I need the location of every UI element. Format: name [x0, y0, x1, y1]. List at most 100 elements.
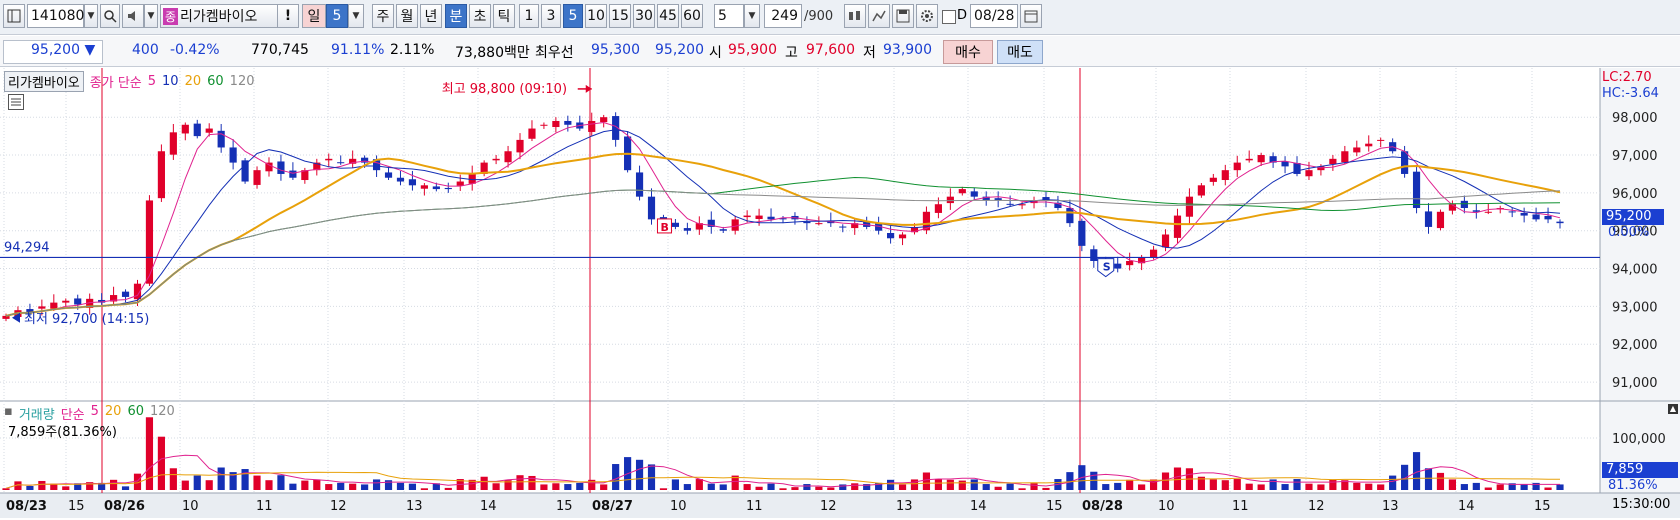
y-tick-label: 93,000 [1612, 300, 1658, 315]
interval-button-30[interactable]: 30 [633, 4, 655, 28]
candle-body [1377, 139, 1385, 141]
interval-button-5[interactable]: 5 [563, 4, 583, 28]
change-percent: -0.42% [170, 42, 220, 58]
chevron-down-icon: ▼ [147, 11, 155, 21]
volume-bar [946, 479, 954, 490]
candle-body [1078, 220, 1086, 246]
price-legend-series: 종가 단순 [89, 76, 142, 91]
stock-name-box[interactable]: 종 리가켐바이오 [160, 4, 284, 28]
volume-bar [576, 482, 584, 490]
x-tick-label: 10 [182, 499, 199, 514]
volume-bar [755, 486, 763, 490]
volume-bar [1138, 484, 1146, 490]
volume-bar [277, 475, 285, 490]
period-second-button[interactable]: 초 [469, 4, 491, 28]
volume-bar [1556, 484, 1564, 490]
period-month-button[interactable]: 월 [396, 4, 418, 28]
candle-body [671, 222, 680, 227]
date-input[interactable]: 08/28 [970, 4, 1018, 28]
x-tick-label: 12 [820, 499, 837, 514]
buy-button[interactable]: 매수 [943, 40, 993, 64]
candle-body [1305, 170, 1313, 177]
volume-bar [1472, 482, 1480, 490]
period-minute-button[interactable]: 분 [445, 4, 467, 28]
open-price: 95,900 [728, 42, 777, 58]
interval-button-3[interactable]: 3 [541, 4, 561, 28]
code-dropdown-button[interactable]: ▼ [84, 4, 98, 28]
volume-ratio: 91.11% [331, 42, 385, 58]
volume-collapse-icon[interactable]: ▲ [1668, 404, 1678, 414]
candle-body [588, 120, 596, 132]
candle-body [1532, 214, 1540, 220]
count-input[interactable]: 5 [714, 4, 744, 28]
candle-body [38, 306, 46, 309]
price-legend-name: 리가켐바이오 [4, 71, 84, 92]
candle-body [1424, 211, 1433, 227]
volume-bar [695, 479, 703, 490]
candle-body [444, 187, 452, 190]
alert-button[interactable]: ! [277, 4, 299, 28]
interval-button-10[interactable]: 10 [585, 4, 607, 28]
interval-button-15[interactable]: 15 [609, 4, 631, 28]
period-year-button[interactable]: 년 [420, 4, 442, 28]
stock-code-input[interactable]: 141080 [27, 4, 84, 28]
candle-body [516, 139, 524, 153]
volume-bar [301, 480, 309, 490]
interval-button-45[interactable]: 45 [657, 4, 679, 28]
layout-icon[interactable] [3, 4, 25, 28]
interval-button-60[interactable]: 60 [681, 4, 703, 28]
sell-button[interactable]: 매도 [997, 40, 1043, 64]
period-dropdown-button[interactable]: ▼ [348, 4, 364, 28]
volume-bar [349, 483, 357, 490]
interval-button-1[interactable]: 1 [519, 4, 539, 28]
x-tick-label: 08/27 [592, 499, 633, 514]
date-value: 08/28 [974, 8, 1015, 24]
search-icon[interactable] [100, 4, 120, 28]
stock-chart[interactable]: 94,294 최고 98,800 (09:10) 최저 92,700 (14:15)… [0, 68, 1680, 518]
volume-bar [958, 480, 966, 490]
speaker-icon[interactable] [122, 4, 144, 28]
candle-body [1185, 196, 1194, 217]
volume-bar [492, 483, 500, 490]
candle-body [504, 151, 512, 163]
candle-body [1221, 170, 1229, 181]
volume-bar [205, 480, 213, 490]
volume-bar [1436, 472, 1445, 490]
period-tick-button[interactable]: 틱 [493, 4, 515, 28]
volume-bar [253, 475, 261, 490]
speaker-dropdown-button[interactable]: ▼ [144, 4, 158, 28]
candle-body [157, 151, 165, 199]
chart-tools-icon[interactable] [844, 4, 866, 28]
bars-shown-value: 249 [771, 8, 798, 24]
date-checkbox[interactable] [942, 10, 956, 24]
volume-bar [408, 483, 417, 490]
volume-value: 770,745 [251, 42, 309, 58]
grid-toggle-icon[interactable] [8, 94, 24, 110]
count-dropdown-button[interactable]: ▼ [744, 4, 760, 28]
volume-current-tag: 7,859 [1602, 462, 1678, 478]
calendar-icon[interactable] [1020, 4, 1042, 28]
volume-bar [1042, 487, 1050, 490]
save-icon[interactable] [892, 4, 914, 28]
stock-type-badge: 종 [163, 7, 179, 25]
candle-body [241, 160, 249, 182]
period-day-value[interactable]: 5 [326, 4, 348, 28]
draw-line-icon[interactable] [868, 4, 890, 28]
volume-last-label: 7,859주(81.36%) [8, 425, 117, 440]
gear-icon[interactable] [916, 4, 938, 28]
bars-input[interactable]: 249 [764, 4, 802, 28]
candle-body [253, 170, 261, 185]
volume-bar [444, 487, 452, 490]
volume-bar [1090, 471, 1098, 490]
x-tick-label: 13 [406, 499, 423, 514]
volume-bar [659, 488, 668, 490]
candle-body [169, 132, 177, 155]
current-price-value: 95,200 [31, 42, 80, 58]
x-tick-label: 08/26 [104, 499, 145, 514]
period-day-button[interactable]: 일 [302, 4, 326, 28]
x-tick-label: 10 [670, 499, 687, 514]
candle-body [277, 161, 285, 174]
candle-body [528, 128, 536, 139]
period-week-button[interactable]: 주 [372, 4, 394, 28]
candle-body [1149, 249, 1158, 258]
